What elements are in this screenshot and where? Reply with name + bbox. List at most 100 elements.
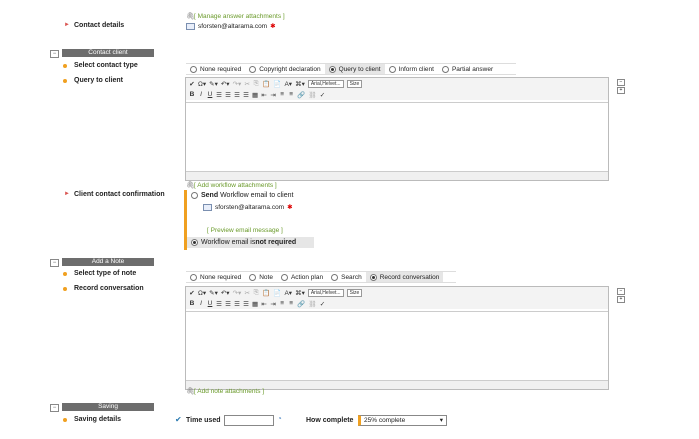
- clean-icon[interactable]: ✓: [320, 91, 326, 99]
- note-type-option-selected[interactable]: Record conversation: [365, 272, 444, 282]
- preview-email-link[interactable]: [ Preview email message ]: [207, 227, 283, 234]
- undo-icon[interactable]: ↶▾: [221, 80, 230, 88]
- align-right-icon[interactable]: ☰: [234, 300, 240, 308]
- workflow-not-required-option[interactable]: Workflow email is not required: [187, 237, 314, 248]
- link-icon[interactable]: 🔗: [297, 300, 305, 308]
- note-type-option[interactable]: None required: [186, 272, 245, 282]
- italic-icon[interactable]: I: [198, 300, 204, 307]
- redo-icon[interactable]: ↷▾: [233, 289, 242, 297]
- remove-icon[interactable]: ✱: [287, 204, 292, 211]
- contact-type-option[interactable]: Partial answer: [438, 64, 497, 74]
- note-type-option[interactable]: Search: [327, 272, 366, 282]
- copy-icon[interactable]: ⎘: [253, 80, 259, 88]
- shrink-icon[interactable]: −: [617, 79, 625, 86]
- cut-icon[interactable]: ✂: [244, 289, 250, 297]
- clean-icon[interactable]: ✓: [320, 300, 326, 308]
- spellcheck-icon[interactable]: ✔: [189, 289, 195, 297]
- font-family-select[interactable]: Arial,Helvet...: [307, 288, 344, 297]
- note-type-option[interactable]: Note: [245, 272, 277, 282]
- radio-icon[interactable]: [190, 65, 197, 73]
- contact-type-option[interactable]: Copyright declaration: [245, 64, 324, 74]
- add-workflow-attachments-link[interactable]: [ Add workflow attachments ]: [194, 182, 277, 189]
- style-icon[interactable]: ✎▾: [209, 80, 218, 88]
- highlight-icon[interactable]: ⌘▾: [295, 289, 305, 297]
- font-color-icon[interactable]: A▾: [284, 80, 292, 88]
- style-icon[interactable]: ✎▾: [209, 289, 218, 297]
- timer-icon[interactable]: ◔: [277, 414, 282, 423]
- paste-text-icon[interactable]: 📄: [273, 80, 281, 88]
- numbered-list-icon[interactable]: ≡: [279, 91, 285, 98]
- radio-icon[interactable]: [331, 273, 339, 281]
- align-center-icon[interactable]: ☰: [225, 91, 231, 99]
- indent-icon[interactable]: ⇥: [270, 91, 276, 99]
- note-editor[interactable]: ✔ Ω▾ ✎▾ ↶▾ ↷▾ ✂ ⎘ 📋 📄 A▾ ⌘▾ Arial,Helvet…: [185, 286, 609, 390]
- expand-icon[interactable]: +: [617, 87, 625, 94]
- align-left-icon[interactable]: ☰: [216, 91, 222, 99]
- link-icon[interactable]: 🔗: [297, 91, 305, 99]
- align-justify-icon[interactable]: ☰: [243, 300, 249, 308]
- table-icon[interactable]: ▦: [252, 300, 258, 308]
- italic-icon[interactable]: I: [198, 91, 204, 98]
- how-complete-select[interactable]: 25% complete ▾: [358, 415, 447, 426]
- add-note-attachments-link[interactable]: [ Add note attachments ]: [194, 388, 264, 395]
- font-size-select[interactable]: Size: [346, 79, 363, 88]
- paste-icon[interactable]: 📋: [262, 80, 270, 88]
- query-editor[interactable]: ✔ Ω▾ ✎▾ ↶▾ ↷▾ ✂ ⎘ 📋 📄 A▾ ⌘▾ Arial,Helvet…: [185, 77, 609, 181]
- expand-icon[interactable]: +: [617, 296, 625, 303]
- align-center-icon[interactable]: ☰: [225, 300, 231, 308]
- collapse-contact-client-button[interactable]: −: [50, 50, 59, 58]
- radio-icon[interactable]: [280, 273, 288, 281]
- bold-icon[interactable]: B: [189, 91, 195, 98]
- contact-type-option-selected[interactable]: Query to client: [324, 64, 385, 74]
- special-char-icon[interactable]: Ω▾: [198, 289, 206, 297]
- radio-icon[interactable]: [249, 65, 257, 73]
- note-text-area[interactable]: [186, 311, 608, 381]
- redo-icon[interactable]: ↷▾: [233, 80, 242, 88]
- outdent-icon[interactable]: ⇤: [261, 300, 267, 308]
- unlink-icon[interactable]: ⛓: [308, 300, 316, 308]
- radio-icon[interactable]: [328, 65, 336, 73]
- align-justify-icon[interactable]: ☰: [243, 91, 249, 99]
- radio-icon[interactable]: [249, 273, 257, 281]
- font-color-icon[interactable]: A▾: [284, 289, 292, 297]
- radio-icon[interactable]: [191, 239, 198, 246]
- radio-icon[interactable]: [191, 192, 198, 199]
- radio-icon[interactable]: [388, 65, 396, 73]
- indent-icon[interactable]: ⇥: [270, 300, 276, 308]
- send-workflow-option[interactable]: Send Workflow email to client: [191, 192, 293, 199]
- special-char-icon[interactable]: Ω▾: [198, 80, 206, 88]
- underline-icon[interactable]: U: [207, 91, 213, 98]
- bold-icon[interactable]: B: [189, 300, 195, 307]
- spellcheck-icon[interactable]: ✔: [189, 80, 195, 88]
- table-icon[interactable]: ▦: [252, 91, 258, 99]
- paste-text-icon[interactable]: 📄: [273, 289, 281, 297]
- font-size-select[interactable]: Size: [346, 288, 363, 297]
- align-right-icon[interactable]: ☰: [234, 91, 240, 99]
- bullet-list-icon[interactable]: ≡: [288, 91, 294, 98]
- bullet-list-icon[interactable]: ≡: [288, 300, 294, 307]
- cut-icon[interactable]: ✂: [244, 80, 250, 88]
- time-used-input[interactable]: [224, 415, 274, 426]
- underline-icon[interactable]: U: [207, 300, 213, 307]
- radio-icon[interactable]: [441, 65, 449, 73]
- collapse-add-note-button[interactable]: −: [50, 259, 59, 267]
- note-type-option[interactable]: Action plan: [277, 272, 327, 282]
- outdent-icon[interactable]: ⇤: [261, 91, 267, 99]
- contact-type-option[interactable]: None required: [186, 64, 245, 74]
- paste-icon[interactable]: 📋: [262, 289, 270, 297]
- contact-type-option[interactable]: Inform client: [385, 64, 438, 74]
- shrink-icon[interactable]: −: [617, 288, 625, 295]
- highlight-icon[interactable]: ⌘▾: [295, 80, 305, 88]
- manage-attachments-link[interactable]: [ Manage answer attachments ]: [194, 13, 285, 20]
- numbered-list-icon[interactable]: ≡: [279, 300, 285, 307]
- radio-icon[interactable]: [190, 273, 197, 281]
- query-text-area[interactable]: [186, 102, 608, 172]
- align-left-icon[interactable]: ☰: [216, 300, 222, 308]
- undo-icon[interactable]: ↶▾: [221, 289, 230, 297]
- font-family-select[interactable]: Arial,Helvet...: [307, 79, 344, 88]
- collapse-saving-button[interactable]: −: [50, 404, 59, 412]
- remove-icon[interactable]: ✱: [270, 23, 275, 30]
- radio-icon[interactable]: [369, 273, 377, 281]
- unlink-icon[interactable]: ⛓: [308, 91, 316, 99]
- copy-icon[interactable]: ⎘: [253, 289, 259, 297]
